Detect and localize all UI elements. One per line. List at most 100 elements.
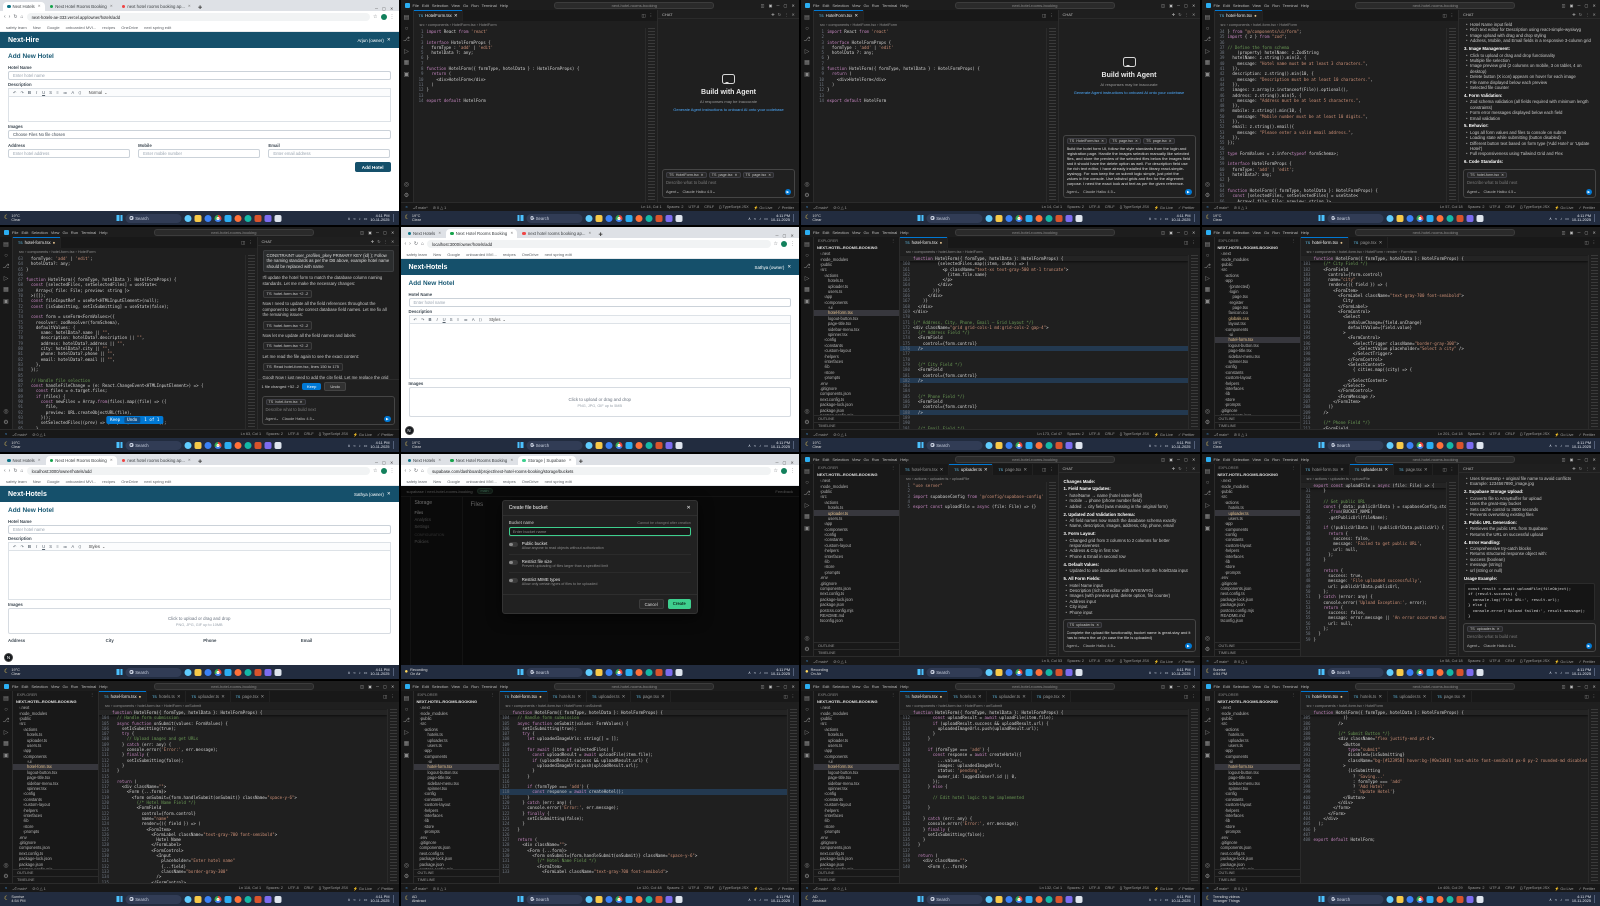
menu-file[interactable]: File <box>813 3 819 8</box>
taskbar-clock[interactable]: 4:11 PM 10-11-2025 <box>771 214 790 222</box>
window-maximize-icon[interactable]: ▢ <box>383 684 387 689</box>
run-debug-icon[interactable]: ▷ <box>805 729 810 736</box>
cursor-position[interactable]: Ln 120, Col 48 <box>637 886 662 891</box>
taskbar-app-icon[interactable] <box>1466 895 1474 903</box>
taskbar-app-icon[interactable] <box>1406 668 1414 676</box>
browser-tab[interactable]: Next Hotel Rooms Booking ✕ <box>45 455 117 465</box>
bookmark-item[interactable]: onboarded MVI... <box>66 25 97 30</box>
taskbar-app-icon[interactable] <box>615 668 623 676</box>
status-item[interactable]: UTF-8 <box>688 886 699 891</box>
browser-tab[interactable]: next hotel rooms booking ap... ✕ <box>118 2 195 12</box>
taskbar-app-icon[interactable] <box>1035 214 1043 222</box>
keep-button[interactable]: Keep <box>301 383 322 390</box>
network-icon[interactable]: ≈ <box>754 897 756 902</box>
taskbar-weather-widget[interactable]: ☾ 19°C Clear <box>1206 214 1222 222</box>
split-editor-icon[interactable]: ◫ <box>1442 13 1446 19</box>
taskbar-app-icon[interactable] <box>1075 895 1083 903</box>
history-icon[interactable]: ↻ <box>1178 466 1182 471</box>
more-actions-icon[interactable]: ⋮ <box>90 693 94 697</box>
editor-tab[interactable]: TS uploader.ts ✕ <box>1388 691 1433 702</box>
bookmark-item[interactable]: Google <box>447 252 460 257</box>
bookmark-star-icon[interactable]: ☆ <box>774 468 778 474</box>
more-actions-icon[interactable]: ⋮ <box>1292 239 1296 243</box>
window-minimize-icon[interactable]: ─ <box>1578 230 1581 235</box>
window-close-icon[interactable]: ✕ <box>1192 457 1196 462</box>
browser-tab[interactable]: Next Hotels ✕ <box>3 1 45 11</box>
source-control-icon[interactable]: ⎇ <box>804 263 811 270</box>
status-item[interactable]: Spaces: 2 <box>1468 432 1485 437</box>
cursor-position[interactable]: Ln 58, Col 18 <box>1440 659 1463 664</box>
minimap[interactable] <box>1446 28 1458 202</box>
taskbar-app-icon[interactable] <box>625 441 633 449</box>
editor-tab[interactable]: TS page.tsx ✕ <box>1394 464 1434 475</box>
context-pill[interactable]: TS HotelForm.tsx ✕ <box>1066 138 1108 144</box>
panel-toggle-icon[interactable]: ▣ <box>1169 230 1173 235</box>
account-icon[interactable]: ◎ <box>404 181 409 188</box>
tray-chevron-icon[interactable]: ∧ <box>347 443 350 448</box>
richtext-tool-button[interactable]: ⟨⟩ <box>78 90 81 95</box>
bookmark-item[interactable]: onboarded MVI... <box>66 479 97 484</box>
start-button[interactable] <box>917 215 924 221</box>
code-editor[interactable]: 1 import React from 'react' 2 3 interface Ho… <box>814 28 1058 202</box>
taskbar-app-icon[interactable] <box>214 214 222 222</box>
taskbar-search[interactable]: Search <box>125 213 182 223</box>
taskbar-app-icon[interactable] <box>655 668 663 676</box>
menu-help[interactable]: Help <box>900 684 908 689</box>
taskbar-app-icon[interactable] <box>1446 214 1454 222</box>
status-item[interactable]: {} TypeScript JSX <box>319 886 348 891</box>
taskbar-app-icon[interactable] <box>985 441 993 449</box>
chat-icon[interactable]: ▣ <box>1205 752 1211 759</box>
menu-view[interactable]: View <box>1252 230 1261 235</box>
problems-indicator[interactable]: ⊘ 0 △ 1 <box>32 886 46 891</box>
extensions-icon[interactable]: ▦ <box>1205 59 1211 66</box>
richtext-style-select[interactable]: Styles ⌄ <box>489 317 506 322</box>
taskbar-app-icon[interactable] <box>595 441 603 449</box>
editor-tab[interactable]: TS hotel-form.tsx ● <box>13 237 62 248</box>
taskbar-clock[interactable]: 4:11 PM 10-11-2025 <box>771 895 790 903</box>
menu-selection[interactable]: Selection <box>31 684 47 689</box>
status-item[interactable]: CRLF <box>1105 205 1115 210</box>
panel-toggle-icon[interactable]: ▣ <box>1169 684 1173 689</box>
taskbar-app-icon[interactable] <box>1025 668 1033 676</box>
taskbar-app-icon[interactable] <box>244 668 252 676</box>
menu-edit[interactable]: Edit <box>822 230 829 235</box>
show-desktop-button[interactable] <box>793 214 795 222</box>
taskbar-app-icon[interactable] <box>635 214 643 222</box>
status-item[interactable]: UTF-8 <box>1089 886 1100 891</box>
browser-tab[interactable]: next hotel rooms booking ap... ✕ <box>518 229 595 239</box>
taskbar-app-icon[interactable] <box>995 441 1003 449</box>
forward-icon[interactable]: › <box>409 468 411 474</box>
richtext-tool-button[interactable]: A <box>71 90 74 95</box>
editor-tab[interactable]: TS hotels.ts ✕ <box>1349 691 1388 702</box>
tab-close-icon[interactable]: ✕ <box>569 458 572 462</box>
remove-context-icon[interactable]: ✕ <box>1501 173 1504 177</box>
timeline-section[interactable]: TIMELINE <box>13 876 98 883</box>
menu-run[interactable]: Run <box>872 457 879 462</box>
code-editor[interactable]: function HotelForm({ formType, hotelData… <box>900 255 1200 429</box>
command-center-search[interactable]: next-hotel-rooms-booking <box>153 228 314 236</box>
home-icon[interactable]: ⌂ <box>421 241 424 247</box>
tab-close-icon[interactable]: ✕ <box>110 4 113 8</box>
tab-close-icon[interactable]: ✕ <box>454 13 458 19</box>
history-icon[interactable]: ↻ <box>778 12 782 17</box>
split-editor-icon[interactable]: ◫ <box>1584 694 1588 700</box>
window-maximize-icon[interactable]: ▢ <box>784 3 788 8</box>
taskbar-app-icon[interactable] <box>1035 668 1043 676</box>
more-actions-icon[interactable]: ⋮ <box>1585 12 1589 17</box>
bookmark-item[interactable]: safety learn <box>6 479 27 484</box>
menu-go[interactable]: Go <box>1264 3 1269 8</box>
taskbar-weather-widget[interactable]: ☾ AD Abstract <box>805 895 826 903</box>
outline-section[interactable]: OUTLINE <box>814 869 899 876</box>
start-button[interactable] <box>517 669 524 675</box>
hotel-name-input[interactable]: Enter hotel name <box>8 71 391 80</box>
show-desktop-button[interactable] <box>1594 668 1596 676</box>
taskbar-app-icon[interactable] <box>1055 441 1063 449</box>
taskbar-app-icon[interactable] <box>184 895 192 903</box>
richtext-tool-button[interactable]: ↶ <box>414 317 418 322</box>
network-icon[interactable]: ≈ <box>353 216 355 221</box>
status-item[interactable]: ✓ Prettier <box>1178 886 1194 891</box>
menu-view[interactable]: View <box>852 457 861 462</box>
bookmark-item[interactable]: New <box>33 479 41 484</box>
taskbar-app-icon[interactable] <box>625 214 633 222</box>
remote-indicator-icon[interactable]: ≈ <box>806 432 808 436</box>
